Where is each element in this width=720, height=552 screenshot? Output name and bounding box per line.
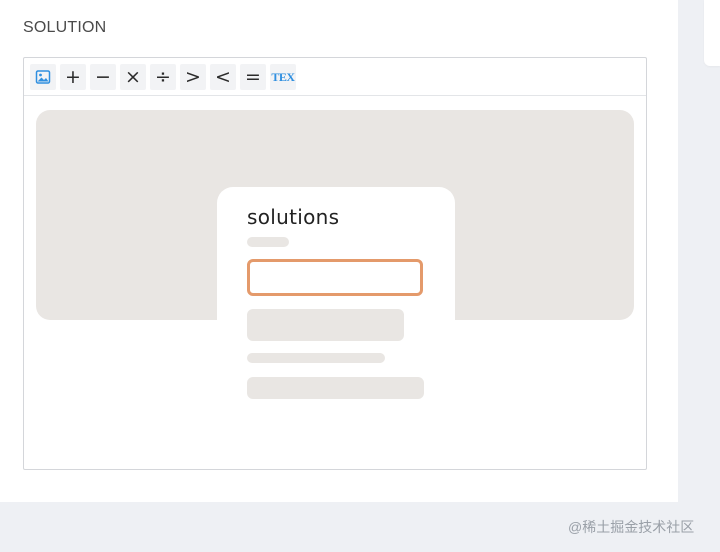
- right-panel-gutter: [678, 0, 720, 502]
- plus-button[interactable]: +: [60, 64, 86, 90]
- editor-toolbar: + − × ÷ > < = TEX: [24, 58, 646, 96]
- tex-button[interactable]: TEX: [270, 64, 296, 90]
- placeholder-bar: [247, 237, 289, 247]
- insert-image-button[interactable]: [30, 64, 56, 90]
- equals-button[interactable]: =: [240, 64, 266, 90]
- section-title: SOLUTION: [23, 19, 107, 36]
- image-icon: [35, 70, 51, 84]
- placeholder-bar: [247, 353, 385, 363]
- divide-button[interactable]: ÷: [150, 64, 176, 90]
- greater-than-button[interactable]: >: [180, 64, 206, 90]
- right-side-card: [704, 0, 720, 66]
- placeholder-block: [247, 377, 424, 399]
- less-than-button[interactable]: <: [210, 64, 236, 90]
- minus-button[interactable]: −: [90, 64, 116, 90]
- tex-icon: TEX: [271, 70, 295, 84]
- solution-card: SOLUTION + − × ÷ > < = TEX solutions: [0, 0, 678, 502]
- illustration-input-field: [247, 259, 423, 296]
- illustration-phone-card: solutions: [217, 187, 455, 417]
- illustration-title: solutions: [247, 205, 340, 229]
- solution-editor[interactable]: + − × ÷ > < = TEX solutions: [23, 57, 647, 470]
- placeholder-block: [247, 309, 404, 341]
- watermark: @稀土掘金技术社区: [568, 519, 695, 535]
- multiply-button[interactable]: ×: [120, 64, 146, 90]
